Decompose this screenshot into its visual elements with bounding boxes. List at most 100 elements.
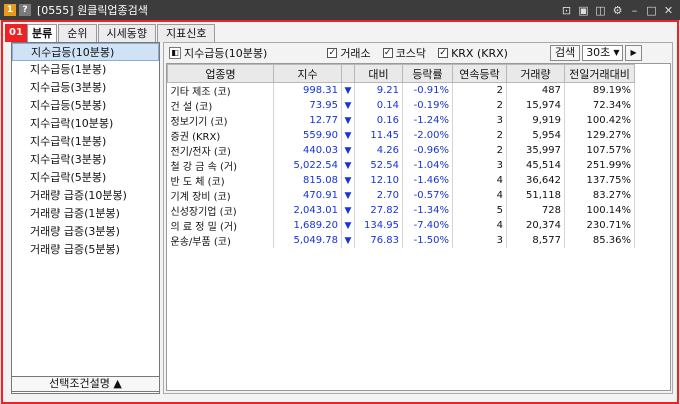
cell-change: 11.45 [354,128,403,143]
interval-select[interactable]: 30초 ▼ [582,45,624,61]
cell-rate: -0.19% [402,98,453,113]
cell-streak: 4 [452,188,507,203]
cell-prev-volume-ratio: 129.27% [564,128,635,143]
list-item[interactable]: 거래량 급증(1분봉) [12,205,159,223]
list-item[interactable]: 지수급등(1분봉) [12,61,159,79]
tab-category[interactable]: 분류 [27,24,58,42]
cell-rate: -0.57% [402,188,453,203]
condition-list: 지수급등(10분봉) 지수급등(1분봉) 지수급등(3분봉) 지수급등(5분봉)… [11,42,160,394]
cell-sector-name: 의 료 정 밀 (거) [167,218,274,233]
cell-volume: 9,919 [506,113,565,128]
check-icon: ✓ [382,48,393,58]
cell-sector-name: 운송/부품 (코) [167,233,274,248]
list-item[interactable]: 지수급락(5분봉) [12,169,159,187]
play-button[interactable]: ▶ [625,45,642,61]
list-item[interactable]: 지수급락(1분봉) [12,133,159,151]
maximize-icon[interactable]: □ [646,4,657,17]
cell-sector-name: 정보기기 (코) [167,113,274,128]
table-row[interactable]: 철 강 금 속 (거) 5,022.54 ▼ 52.54 -1.04% 3 45,514 25… [167,158,635,173]
down-arrow-icon: ▼ [341,128,355,143]
chevron-down-icon: ▼ [613,48,620,57]
cell-index: 470.91 [273,188,342,203]
cell-streak: 2 [452,98,507,113]
cell-index: 5,022.54 [273,158,342,173]
table-header-row: 업종명 지수 대비 등락률 연속등락 거래량 전일거래대비 [167,64,635,83]
tab-indicator-signal[interactable]: 지표신호 [156,24,216,42]
settings-icon[interactable]: ⚙ [612,4,623,17]
cell-prev-volume-ratio: 251.99% [564,158,635,173]
cell-sector-name: 전기/전자 (코) [167,143,274,158]
checkbox-kospi[interactable]: ✓ 거래소 [327,45,371,61]
window-controls: ⊡ ▣ ◫ ⚙ – □ ✕ [561,4,674,17]
check-icon: ✓ [327,48,338,58]
cell-rate: -2.00% [402,128,453,143]
window-title: [0555] 원클릭업종검색 [37,4,148,17]
table-row[interactable]: 기계 장비 (코) 470.91 ▼ 2.70 -0.57% 4 51,118 83.27% [167,188,635,203]
cell-prev-volume-ratio: 107.57% [564,143,635,158]
table-row[interactable]: 의 료 정 밀 (거) 1,689.20 ▼ 134.95 -7.40% 4 20,374 2… [167,218,635,233]
link-icon[interactable]: ⊡ [561,4,572,17]
cell-index: 12.77 [273,113,342,128]
list-item[interactable]: 지수급락(10분봉) [12,115,159,133]
list-item[interactable]: 거래량 급증(5분봉) [12,241,159,259]
tab-bar: 분류 순위 시세동향 지표신호 [27,24,216,42]
checkbox-kosdaq[interactable]: ✓ 코스닥 [382,45,426,61]
col-sector-name[interactable]: 업종명 [167,64,274,83]
panel-toggle-icon[interactable]: ◧ [169,47,181,59]
table-row[interactable]: 정보기기 (코) 12.77 ▼ 0.16 -1.24% 3 9,919 100.42% [167,113,635,128]
list-item[interactable]: 거래량 급증(3분봉) [12,223,159,241]
down-arrow-icon: ▼ [341,158,355,173]
cell-sector-name: 철 강 금 속 (거) [167,158,274,173]
app-icon[interactable]: 1 [4,4,16,16]
cell-change: 134.95 [354,218,403,233]
tab-market-trend[interactable]: 시세동향 [97,24,156,42]
cell-rate: -1.24% [402,113,453,128]
help-icon[interactable]: ? [19,4,31,16]
title-bar: 1 ? [0555] 원클릭업종검색 ⊡ ▣ ◫ ⚙ – □ ✕ [0,0,680,20]
col-change[interactable]: 대비 [354,64,403,83]
table-row[interactable]: 전기/전자 (코) 440.03 ▼ 4.26 -0.96% 2 35,997 107.57% [167,143,635,158]
cell-volume: 35,997 [506,143,565,158]
cell-sector-name: 건 설 (코) [167,98,274,113]
cell-prev-volume-ratio: 85.36% [564,233,635,248]
cell-index: 5,049.78 [273,233,342,248]
close-icon[interactable]: ✕ [663,4,674,17]
cell-volume: 5,954 [506,128,565,143]
table-row[interactable]: 기타 제조 (코) 998.31 ▼ 9.21 -0.91% 2 487 89.19% [167,82,635,98]
list-item[interactable]: 지수급락(3분봉) [12,151,159,169]
tab-rank[interactable]: 순위 [58,24,97,42]
cell-change: 0.16 [354,113,403,128]
list-item[interactable]: 지수급등(10분봉) [12,43,159,61]
table-row[interactable]: 신성장기업 (코) 2,043.01 ▼ 27.82 -1.34% 5 728 100.14% [167,203,635,218]
checkbox-krx[interactable]: ✓ KRX (KRX) [438,47,508,60]
down-arrow-icon: ▼ [341,113,355,128]
cell-sector-name: 신성장기업 (코) [167,203,274,218]
cell-prev-volume-ratio: 137.75% [564,173,635,188]
table-row[interactable]: 증권 (KRX) 559.90 ▼ 11.45 -2.00% 2 5,954 129.27% [167,128,635,143]
step-badge: 01 [5,24,27,42]
col-volume[interactable]: 거래량 [506,64,565,83]
cell-streak: 5 [452,203,507,218]
save-icon[interactable]: ▣ [578,4,589,17]
col-arrow [341,64,355,83]
table-row[interactable]: 반 도 체 (코) 815.08 ▼ 12.10 -1.46% 4 36,642 137.75… [167,173,635,188]
col-prev-volume-ratio[interactable]: 전일거래대비 [564,64,635,83]
minimize-icon[interactable]: – [629,4,640,17]
table-row[interactable]: 건 설 (코) 73.95 ▼ 0.14 -0.19% 2 15,974 72.34% [167,98,635,113]
list-item[interactable]: 지수급등(3분봉) [12,79,159,97]
table-row[interactable]: 운송/부품 (코) 5,049.78 ▼ 76.83 -1.50% 3 8,577 85.36… [167,233,635,248]
col-streak[interactable]: 연속등락 [452,64,507,83]
cell-change: 76.83 [354,233,403,248]
cell-prev-volume-ratio: 72.34% [564,98,635,113]
cell-volume: 728 [506,203,565,218]
condition-description-button[interactable]: 선택조건설명 ▲ [11,376,160,392]
cell-prev-volume-ratio: 100.14% [564,203,635,218]
screen-icon[interactable]: ◫ [595,4,606,17]
list-item[interactable]: 거래량 급증(10분봉) [12,187,159,205]
cell-index: 2,043.01 [273,203,342,218]
list-item[interactable]: 지수급등(5분봉) [12,97,159,115]
col-rate[interactable]: 등락률 [402,64,453,83]
cell-prev-volume-ratio: 89.19% [564,82,635,98]
search-button[interactable]: 검색 [549,45,581,61]
col-index[interactable]: 지수 [273,64,342,83]
